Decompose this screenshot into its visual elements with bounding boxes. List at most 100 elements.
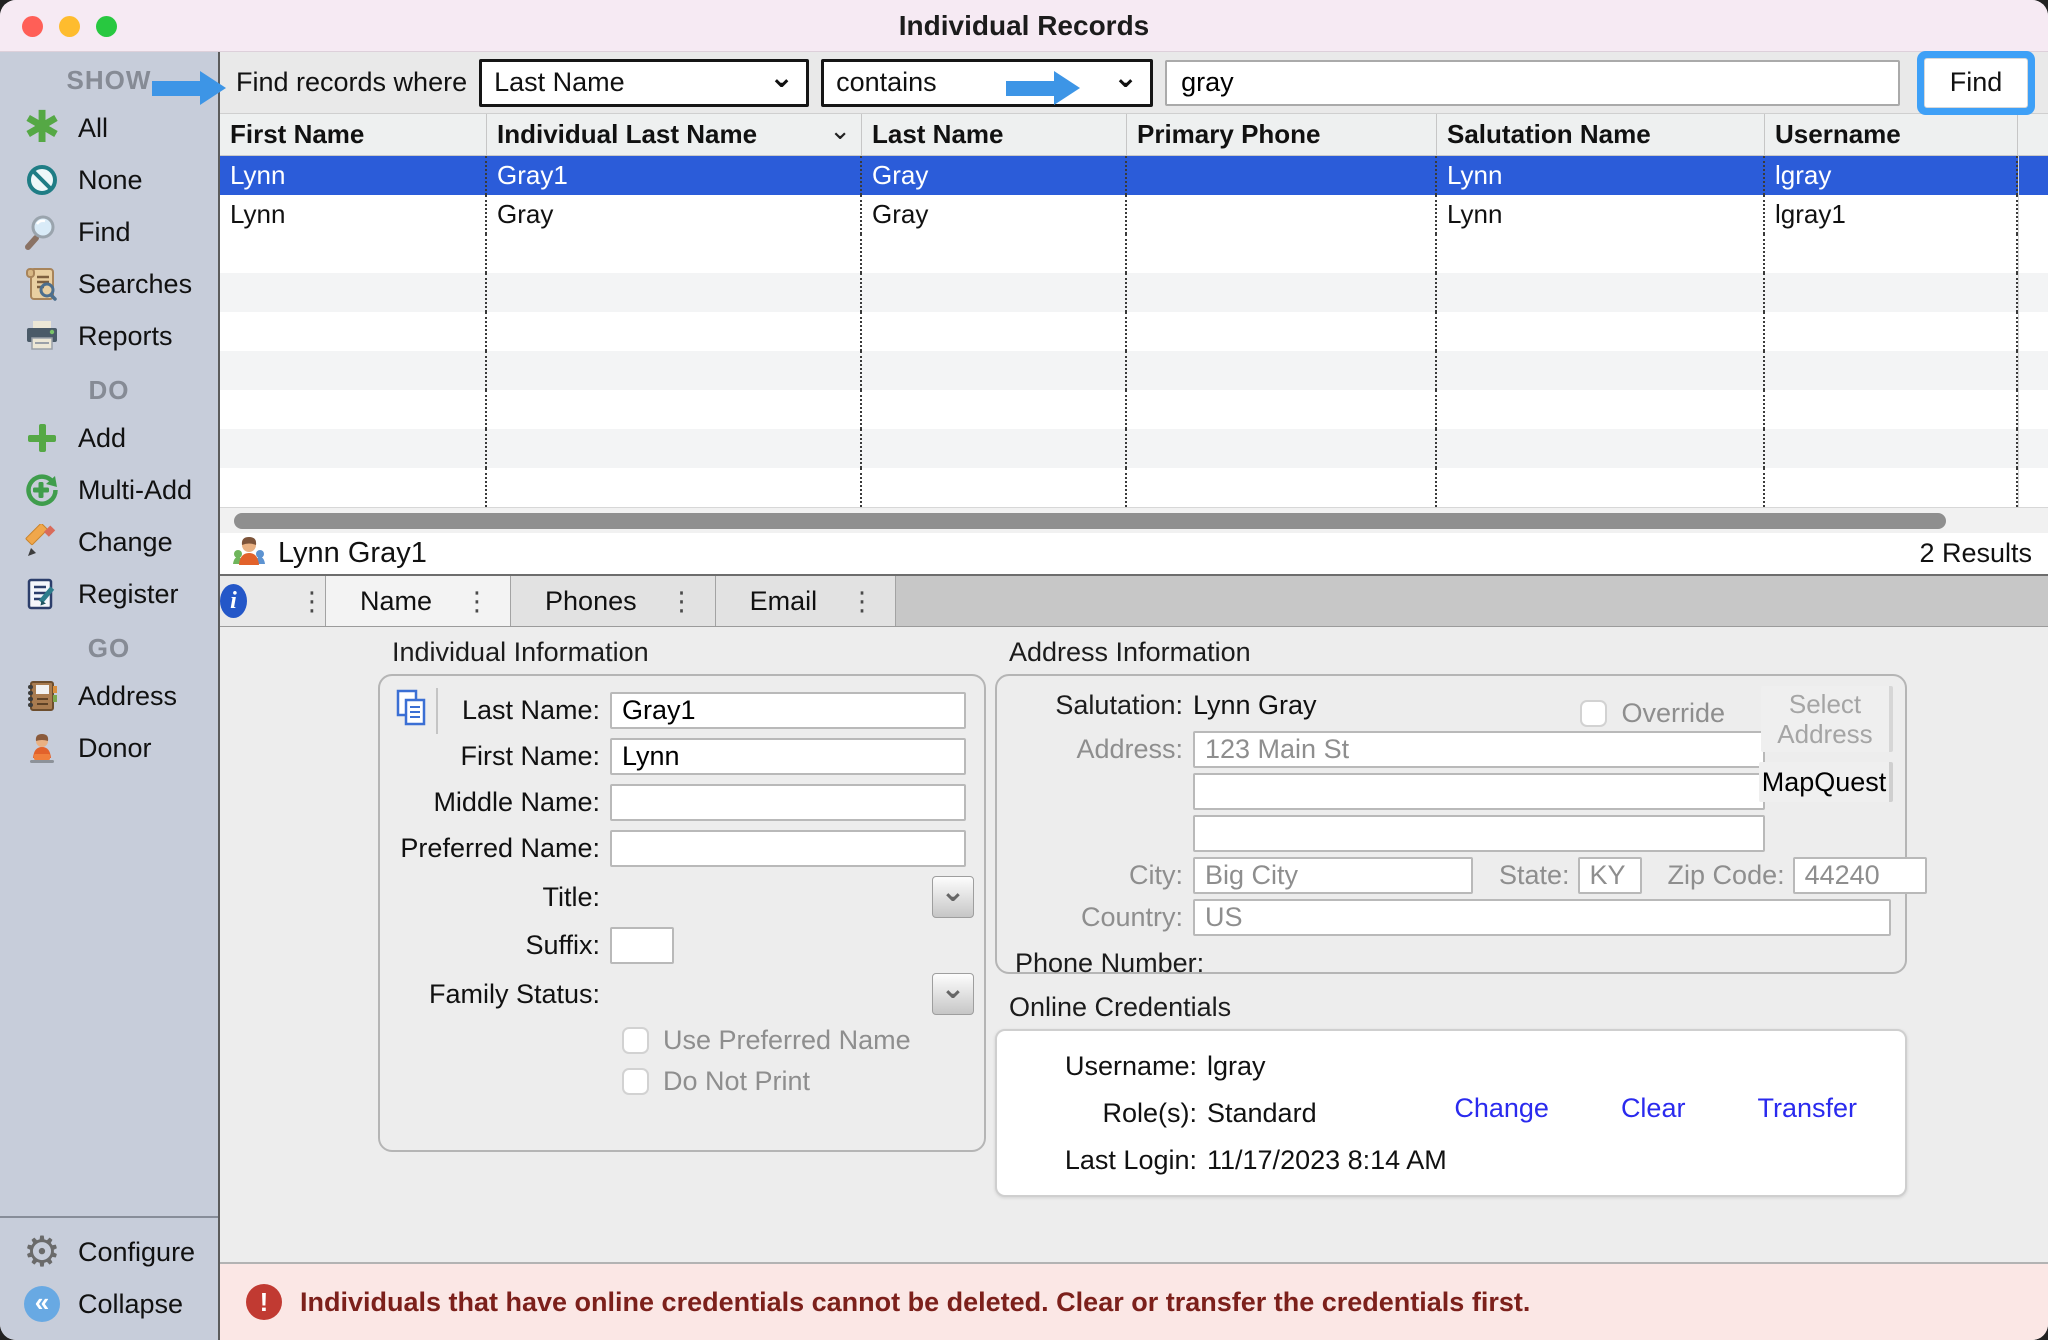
detail-form: Individual Information Last Name: First … [220,627,2048,1262]
sidebar-item-searches[interactable]: Searches [0,258,218,310]
column-header-first-name[interactable]: First Name [220,114,487,155]
zoom-window-button[interactable] [96,16,117,37]
city-label: City: [997,860,1193,891]
use-preferred-name-checkbox[interactable] [622,1027,649,1054]
traffic-lights [22,16,117,37]
table-row[interactable]: Lynn Gray Gray Lynn lgray1 [220,195,2048,234]
select-address-button[interactable]: Select Address [1761,686,1893,752]
use-preferred-name-label: Use Preferred Name [663,1025,911,1056]
transfer-credentials-link[interactable]: Transfer [1757,1093,1857,1124]
title-label: Title: [380,882,610,913]
do-not-print-label: Do Not Print [663,1066,810,1097]
sidebar-item-label: Reports [78,321,173,352]
magnifier-icon [22,212,62,252]
suffix-input[interactable] [610,927,674,964]
info-icon: i [220,584,247,618]
last-name-input[interactable] [610,692,966,729]
override-checkbox[interactable] [1580,700,1607,727]
address-line1-input[interactable] [1193,731,1765,768]
table-row-empty [220,234,2048,273]
country-label: Country: [997,902,1193,933]
sidebar-item-none[interactable]: None [0,154,218,206]
sidebar-item-add[interactable]: Add [0,412,218,464]
state-input[interactable] [1578,857,1642,894]
table-row-empty [220,468,2048,507]
override-label: Override [1621,698,1725,729]
mapquest-button[interactable]: MapQuest [1759,762,1893,802]
clear-credentials-link[interactable]: Clear [1621,1093,1686,1124]
plus-icon [22,418,62,458]
sidebar-item-donor[interactable]: Donor [0,722,218,774]
preferred-name-input[interactable] [610,830,966,867]
sidebar-item-reports[interactable]: Reports [0,310,218,362]
sidebar-item-label: Add [78,423,126,454]
kebab-icon[interactable]: ⋮ [464,586,490,617]
sidebar-item-address[interactable]: Address [0,670,218,722]
results-count: 2 Results [1919,538,2032,569]
last-login-value: 11/17/2023 8:14 AM [1207,1145,1447,1176]
middle-name-input[interactable] [610,784,966,821]
find-prompt-label: Find records where [236,67,467,98]
column-header-username[interactable]: Username [1765,114,2018,155]
operator-select[interactable]: contains ⌄ [821,59,1153,107]
sidebar-item-register[interactable]: Register [0,568,218,620]
donor-icon [22,728,62,768]
first-name-label: First Name: [380,741,610,772]
tab-name[interactable]: Name ⋮ [326,576,511,626]
column-header-salutation-name[interactable]: Salutation Name [1437,114,1765,155]
sidebar-item-label: Collapse [78,1289,183,1320]
operator-select-value: contains [836,67,937,98]
info-tab[interactable]: i ⋮ [220,576,326,626]
sidebar-item-multi-add[interactable]: Multi-Add [0,464,218,516]
sidebar-item-all[interactable]: ✱ All [0,102,218,154]
table-row[interactable]: Lynn Gray1 Gray Lynn lgray [220,156,2048,195]
alert-bar: ! Individuals that have online credentia… [220,1262,2048,1340]
salutation-label: Salutation: [997,690,1193,721]
column-header-primary-phone[interactable]: Primary Phone [1127,114,1437,155]
pencil-icon [22,522,62,562]
annotation-arrow-find-prompt [152,71,226,105]
kebab-icon[interactable]: ⋮ [669,586,695,617]
search-query-input[interactable] [1165,60,1900,106]
middle-name-label: Middle Name: [380,787,610,818]
zip-label: Zip Code: [1642,860,1793,891]
change-credentials-link[interactable]: Change [1454,1093,1549,1124]
column-header-last-name[interactable]: Last Name [862,114,1127,155]
app-window: Individual Records SHOW ✱ All None Find [0,0,2048,1340]
sidebar-item-configure[interactable]: ⚙ Configure [0,1226,218,1278]
sidebar-item-change[interactable]: Change [0,516,218,568]
city-input[interactable] [1193,857,1473,894]
sidebar-item-label: Find [78,217,131,248]
zip-input[interactable] [1793,857,1927,894]
error-icon: ! [246,1284,282,1320]
tab-phones[interactable]: Phones ⋮ [511,576,716,626]
do-not-print-checkbox[interactable] [622,1068,649,1095]
minimize-window-button[interactable] [59,16,80,37]
address-line3-input[interactable] [1193,815,1765,852]
family-status-label: Family Status: [380,979,610,1010]
horizontal-scrollbar-thumb[interactable] [234,513,1946,529]
table-row-empty [220,273,2048,312]
username-value: lgray [1207,1051,1266,1082]
person-group-icon [230,532,268,575]
close-window-button[interactable] [22,16,43,37]
country-input[interactable] [1193,899,1891,936]
column-header-individual-last-name[interactable]: Individual Last Name⌄ [487,114,862,155]
table-header-gutter [2018,114,2048,155]
address-line2-input[interactable] [1193,773,1765,810]
tab-email[interactable]: Email ⋮ [716,576,897,626]
table-row-empty [220,351,2048,390]
first-name-input[interactable] [610,738,966,775]
sidebar-item-collapse[interactable]: « Collapse [0,1278,218,1330]
sidebar-item-find[interactable]: Find [0,206,218,258]
copy-record-icon[interactable] [394,688,438,734]
asterisk-icon: ✱ [22,108,62,148]
find-button[interactable]: Find [1924,58,2028,108]
kebab-icon[interactable]: ⋮ [299,586,325,617]
register-icon [22,574,62,614]
record-header: Lynn Gray1 2 Results [220,533,2048,576]
title-dropdown-button[interactable]: ⌄ [932,876,974,918]
kebab-icon[interactable]: ⋮ [849,586,875,617]
field-select[interactable]: Last Name ⌄ [479,59,809,107]
family-status-dropdown-button[interactable]: ⌄ [932,973,974,1015]
